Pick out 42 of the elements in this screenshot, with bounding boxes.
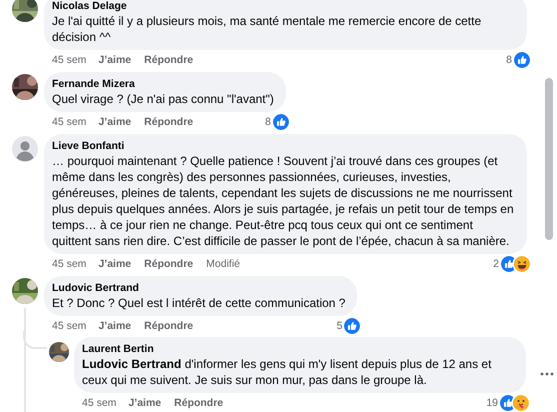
author-name[interactable]: Ludovic Bertrand [52, 281, 139, 295]
thread-connector [23, 331, 47, 349]
reaction-count[interactable]: 19 [486, 396, 498, 408]
like-link[interactable]: J’aime [98, 116, 132, 128]
thumbs-up-icon [500, 394, 516, 410]
like-link[interactable]: J’aime [128, 396, 162, 408]
comment-text: Ludovic Bertrand d'informer les gens qui m'y lisent depuis plus de 12 ans et ceux qui me suivent. Je suis sur mon mur, pas dans le groupe là. [82, 356, 492, 388]
author-name[interactable]: Fernande Mizera [52, 77, 135, 91]
edited-label: Modifié [206, 258, 240, 270]
comment-text: Et ? Donc ? Quel est l intérêt de cette communication ? [52, 295, 346, 311]
comment-time[interactable]: 45 sem [52, 258, 86, 270]
scrollbar-thumb[interactable] [545, 78, 553, 240]
reaction-count[interactable]: 8 [506, 54, 512, 66]
reply-link[interactable]: Répondre [144, 54, 194, 66]
like-link[interactable]: J’aime [98, 258, 132, 270]
more-options-icon[interactable] [540, 372, 554, 376]
author-name[interactable]: Laurent Bertin [82, 342, 154, 356]
comment-time[interactable]: 45 sem [82, 396, 116, 408]
thumbs-up-icon [501, 256, 517, 272]
thumbs-up-icon [344, 318, 360, 334]
author-name[interactable]: Lieve Bonfanti [52, 139, 124, 153]
comment-time[interactable]: 45 sem [52, 116, 86, 128]
default-avatar-icon [12, 136, 38, 162]
reaction-count[interactable]: 8 [265, 116, 271, 128]
laughing-face-icon [514, 256, 530, 272]
reaction-count[interactable]: 2 [493, 258, 499, 270]
comment-text: Quel virage ? (Je n'ai pas connu "l'avant") [52, 91, 274, 107]
comment-text: … pourquoi maintenant ? Quelle patience ! Souvent j’ai trouvé dans ces groupes (et même dans les congrès) des personnes passionnées, curieuses, investies, généreuses, pleines de talents, cependant les sujets de discussions ne me nourrissent plus depuis quelques années. Alors je suis partagée, je refais un petit tour de temps en temps… à ce jour rien ne change. Peut-être pcq tous ceux qui ont ce sentiment quittent sans rien dire. C’est difficile de passer le pont de l’épée, chacun à sa manière. [52, 153, 515, 249]
reply-link[interactable]: Répondre [174, 396, 224, 408]
author-name[interactable]: Nicolas Delage [52, 0, 127, 13]
reply-link[interactable]: Répondre [144, 258, 194, 270]
thumbs-up-icon [514, 52, 530, 68]
comment-text: Je l'ai quitté il y a plusieurs mois, ma santé mentale me remercie encore de cette décision ^^ [52, 13, 482, 45]
thumbs-up-icon [272, 114, 289, 130]
hugging-face-icon [513, 394, 529, 410]
reply-link[interactable]: Répondre [144, 320, 194, 332]
comment-time[interactable]: 45 sem [52, 320, 86, 332]
reaction-count[interactable]: 5 [336, 320, 342, 332]
like-link[interactable]: J’aime [98, 54, 132, 66]
like-link[interactable]: J’aime [98, 320, 132, 332]
reply-link[interactable]: Répondre [144, 116, 194, 128]
comment-time[interactable]: 45 sem [52, 54, 86, 66]
